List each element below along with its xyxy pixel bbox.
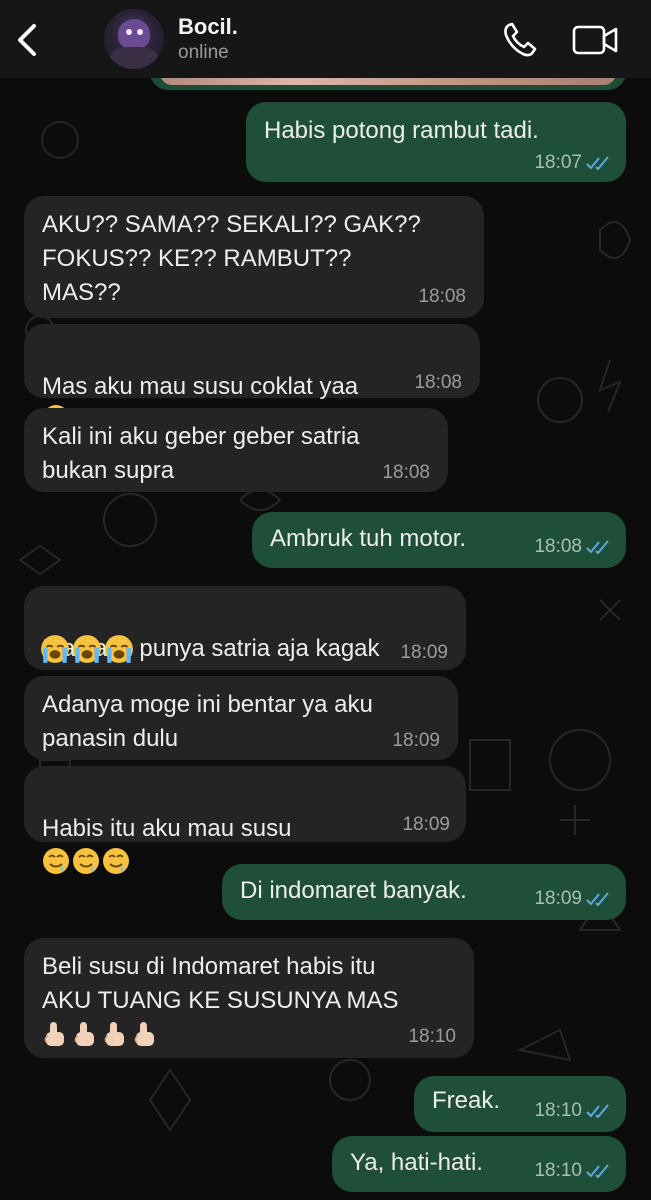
read-ticks-icon bbox=[586, 1164, 609, 1178]
chevron-left-icon bbox=[18, 24, 36, 56]
read-ticks-icon bbox=[586, 1104, 609, 1118]
loudly-crying-face-icon bbox=[72, 634, 102, 664]
loudly-crying-face-icon bbox=[104, 634, 134, 664]
read-ticks-icon bbox=[586, 540, 609, 554]
index-pointing-up-icon bbox=[44, 1021, 65, 1047]
message-text: Ambruk tuh motor. bbox=[270, 525, 467, 552]
message-incoming[interactable]: Mas aku punya satria aja kagak 18:09 bbox=[24, 586, 466, 670]
drooling-face-icon bbox=[102, 847, 130, 875]
contact-status: online bbox=[178, 42, 229, 63]
message-text: Adanya moge ini bentar ya aku panasin du… bbox=[42, 691, 373, 752]
drooling-face-icon bbox=[72, 847, 100, 875]
drooling-face-icon bbox=[42, 847, 70, 875]
voice-call-button[interactable] bbox=[500, 20, 540, 60]
message-outgoing[interactable]: Di indomaret banyak. 18:09 bbox=[222, 864, 626, 920]
contact-avatar[interactable] bbox=[104, 9, 164, 69]
message-time: 18:07 bbox=[534, 152, 582, 173]
message-text: Ya, hati-hati. bbox=[350, 1149, 483, 1176]
message-text: AKU?? SAMA?? SEKALI?? GAK?? FOKUS?? KE??… bbox=[42, 211, 421, 306]
message-time: 18:09 bbox=[534, 888, 582, 909]
phone-icon bbox=[504, 22, 537, 57]
contact-name[interactable]: Bocil. bbox=[178, 14, 238, 40]
index-pointing-up-icon bbox=[134, 1021, 155, 1047]
read-ticks-icon bbox=[586, 892, 609, 906]
message-incoming[interactable]: AKU?? SAMA?? SEKALI?? GAK?? FOKUS?? KE??… bbox=[24, 196, 484, 318]
message-time: 18:10 bbox=[534, 1100, 582, 1121]
message-incoming[interactable]: Kali ini aku geber geber satria bukan su… bbox=[24, 408, 448, 492]
message-outgoing[interactable]: Habis potong rambut tadi. 18:07 bbox=[246, 102, 626, 182]
message-text: Beli susu di Indomaret habis itu AKU TUA… bbox=[42, 953, 399, 1014]
message-text: Habis potong rambut tadi. bbox=[264, 117, 539, 144]
message-outgoing[interactable]: Ambruk tuh motor. 18:08 bbox=[252, 512, 626, 568]
message-time: 18:09 bbox=[400, 642, 448, 663]
loudly-crying-face-icon bbox=[40, 634, 70, 664]
message-time: 18:10 bbox=[408, 1026, 456, 1047]
message-incoming[interactable]: Mas aku mau susu coklat yaa 18:08 bbox=[24, 324, 480, 432]
message-text: Freak. bbox=[432, 1087, 501, 1114]
message-outgoing[interactable]: Freak. 18:10 bbox=[414, 1076, 626, 1132]
emoji-row bbox=[40, 1020, 158, 1048]
message-time: 18:08 bbox=[382, 462, 430, 483]
message-text: Di indomaret banyak. bbox=[240, 877, 467, 904]
chat-header: Bocil. online bbox=[0, 0, 651, 78]
video-call-button[interactable] bbox=[570, 22, 622, 58]
message-time: 18:09 bbox=[402, 814, 450, 835]
video-camera-icon bbox=[572, 25, 618, 55]
message-text: Kali ini aku geber geber satria bukan su… bbox=[42, 423, 360, 484]
message-outgoing[interactable]: Ya, hati-hati. 18:10 bbox=[332, 1136, 626, 1192]
message-incoming[interactable]: Beli susu di Indomaret habis itu AKU TUA… bbox=[24, 938, 474, 1058]
back-button[interactable] bbox=[12, 22, 42, 58]
read-ticks-icon bbox=[586, 156, 609, 170]
message-time: 18:08 bbox=[414, 372, 462, 393]
index-pointing-up-icon bbox=[104, 1021, 125, 1047]
emoji-row bbox=[40, 634, 134, 664]
index-pointing-up-icon bbox=[74, 1021, 95, 1047]
message-incoming[interactable]: Adanya moge ini bentar ya aku panasin du… bbox=[24, 676, 458, 760]
message-time: 18:10 bbox=[534, 1160, 582, 1181]
message-time: 18:08 bbox=[534, 536, 582, 557]
message-incoming[interactable]: Habis itu aku mau susu 18:09 bbox=[24, 766, 466, 875]
message-time: 18:08 bbox=[418, 286, 466, 307]
message-time: 18:09 bbox=[392, 730, 440, 751]
